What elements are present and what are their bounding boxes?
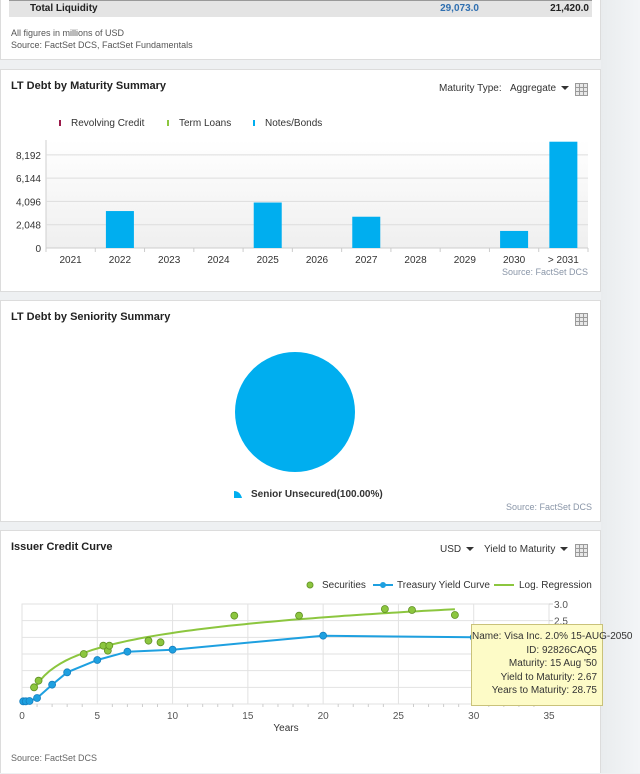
treasury-point (33, 694, 41, 702)
pie-legend-item[interactable]: Senior Unsecured(100.00%) (233, 489, 383, 500)
x-tick-label: > 2031 (548, 255, 579, 266)
total-liquidity-value-2: 21,420.0 (550, 3, 589, 14)
y-tick-label: 6,144 (16, 174, 41, 185)
y-tick-label: 0 (35, 244, 41, 255)
security-point (295, 611, 303, 620)
security-point (144, 636, 153, 645)
tooltip-ytm: Yield to Maturity: 2.67 (500, 671, 597, 683)
x-tick-label: 25 (393, 711, 405, 722)
x-tick-label: 2026 (306, 255, 329, 266)
liquidity-panel: Total Liquidity 29,073.0 21,420.0 All fi… (0, 0, 601, 60)
seniority-panel: LT Debt by Seniority Summary Senior Unse… (0, 300, 601, 522)
x-tick-label: 35 (543, 711, 555, 722)
x-tick-label: 0 (19, 711, 25, 722)
x-tick-label: 2029 (454, 255, 477, 266)
security-point (30, 683, 38, 692)
total-liquidity-label: Total Liquidity (30, 3, 98, 14)
y-tick-label: 4,096 (16, 197, 41, 208)
y-tick-label: 8,192 (16, 151, 41, 162)
bar (500, 230, 529, 248)
x-tick-label: 2025 (257, 255, 280, 266)
bar (253, 202, 282, 248)
maturity-panel: LT Debt by Maturity Summary Maturity Typ… (0, 69, 601, 292)
x-axis-title: Years (273, 723, 298, 734)
pie-legend-label: Senior Unsecured(100.00%) (251, 489, 383, 500)
security-point (230, 611, 239, 620)
units-note: All figures in millions of USD (11, 28, 125, 38)
x-tick-label: 5 (95, 711, 101, 722)
treasury-point (93, 656, 102, 664)
treasury-point (48, 680, 57, 689)
x-tick-label: 30 (468, 711, 480, 722)
bar (105, 211, 134, 248)
x-tick-label: 2027 (355, 255, 378, 266)
tooltip-id: ID: 92826CAQ5 (526, 644, 597, 656)
security-point (408, 606, 416, 614)
security-point (105, 641, 114, 650)
security-point (156, 638, 165, 647)
bar (549, 141, 578, 248)
pie-slice-icon (234, 490, 242, 498)
y-tick-label: 2,048 (16, 221, 41, 232)
total-liquidity-row: Total Liquidity 29,073.0 21,420.0 (9, 0, 592, 17)
security-point (34, 676, 43, 685)
x-tick-label: 10 (167, 711, 179, 722)
maturity-bar-chart: 0 2,048 4,096 6,144 8,192 2021 2022 2023 2024 202… (16, 140, 589, 266)
page-gutter (601, 0, 640, 773)
treasury-point (25, 697, 34, 705)
tooltip-maturity: Maturity: 15 Aug '50 (508, 658, 597, 669)
x-tick-label: 15 (242, 711, 254, 722)
security-tooltip: Name: Visa Inc. 2.0% 15-AUG-2050 ID: 928… (471, 624, 633, 706)
y-tick-label: 3.0 (554, 600, 568, 611)
x-tick-label: 2024 (207, 255, 230, 266)
security-point (450, 611, 459, 619)
tooltip-years: Years to Maturity: 28.75 (491, 685, 597, 696)
treasury-point (123, 647, 132, 656)
chart-source: Source: FactSet DCS (502, 267, 589, 277)
x-tick-label: 2021 (60, 255, 83, 266)
source-note: Source: FactSet DCS, FactSet Fundamental… (11, 40, 193, 50)
treasury-point (63, 668, 72, 677)
security-point (79, 650, 88, 658)
security-point (380, 605, 389, 613)
x-tick-label: 2023 (158, 255, 181, 266)
x-tick-label: 2028 (404, 255, 427, 266)
x-tick-label: 2030 (503, 255, 526, 266)
pie-slice (235, 352, 355, 472)
tooltip-name: Name: Visa Inc. 2.0% 15-AUG-2050 (472, 631, 633, 642)
treasury-point (168, 645, 177, 654)
chart-source: Source: FactSet DCS (506, 502, 593, 512)
x-tick-label: 2022 (109, 255, 132, 266)
bar (352, 216, 381, 248)
x-tick-label: 20 (318, 711, 330, 722)
chart-source: Source: FactSet DCS (11, 753, 98, 763)
treasury-point (319, 631, 328, 640)
total-liquidity-value-1[interactable]: 29,073.0 (359, 3, 479, 14)
